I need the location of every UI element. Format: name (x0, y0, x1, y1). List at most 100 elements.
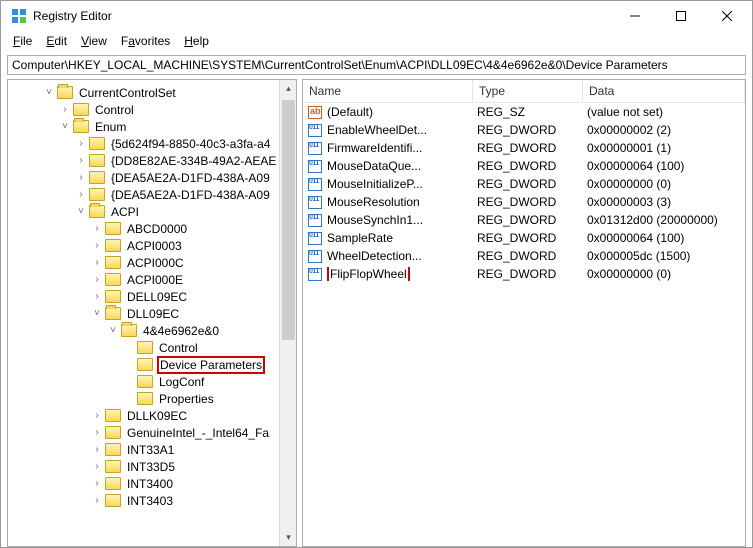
tree-item[interactable]: ˅ DLL09EC (8, 305, 296, 322)
menu-favorites[interactable]: Favorites (115, 33, 176, 49)
tree-item[interactable]: Device Parameters (8, 356, 296, 373)
value-data: 0x00000064 (100) (581, 231, 745, 245)
value-row[interactable]: EnableWheelDet...REG_DWORD0x00000002 (2) (303, 121, 745, 139)
chevron-down-icon[interactable]: ˅ (42, 87, 56, 98)
tree-item[interactable]: ›{DEA5AE2A-D1FD-438A-A09 (8, 186, 296, 203)
reg-dword-icon (307, 123, 323, 137)
chevron-down-icon[interactable]: ˅ (106, 325, 120, 336)
chevron-right-icon[interactable]: › (90, 223, 104, 234)
tree-item[interactable]: ›Control (8, 101, 296, 118)
chevron-right-icon[interactable]: › (90, 478, 104, 489)
close-button[interactable] (704, 1, 750, 31)
list-body[interactable]: (Default)REG_SZ(value not set)EnableWhee… (303, 103, 745, 283)
scroll-down-icon[interactable]: ▾ (280, 529, 297, 546)
chevron-right-icon[interactable]: › (58, 104, 72, 115)
col-type[interactable]: Type (473, 80, 583, 102)
minimize-button[interactable] (612, 1, 658, 31)
tree-item-label: DLL09EC (125, 307, 181, 321)
value-name: (Default) (327, 105, 471, 119)
tree-item-label: INT3400 (125, 477, 175, 491)
menu-file[interactable]: File (7, 33, 38, 49)
tree-item[interactable]: ˅4&4e6962e&0 (8, 322, 296, 339)
tree-item[interactable]: LogConf (8, 373, 296, 390)
tree-item[interactable]: ›DLLK09EC (8, 407, 296, 424)
value-data: (value not set) (581, 105, 745, 119)
value-row[interactable]: MouseSynchIn1...REG_DWORD0x01312d00 (200… (303, 211, 745, 229)
chevron-right-icon[interactable]: › (90, 495, 104, 506)
tree-item[interactable]: ›ACPI0003 (8, 237, 296, 254)
chevron-right-icon[interactable]: › (90, 274, 104, 285)
value-name: FirmwareIdentifi... (327, 141, 471, 155)
tree-item-label: Enum (93, 120, 128, 134)
tree-item[interactable]: › {5d624f94-8850-40c3-a3fa-a4 (8, 135, 296, 152)
address-bar[interactable]: Computer\HKEY_LOCAL_MACHINE\SYSTEM\Curre… (7, 55, 746, 75)
chevron-down-icon[interactable]: ˅ (74, 206, 88, 217)
tree-scrollbar[interactable]: ▴ ▾ (279, 80, 296, 546)
folder-icon (105, 477, 121, 490)
value-row[interactable]: WheelDetection...REG_DWORD0x000005dc (15… (303, 247, 745, 265)
chevron-right-icon[interactable]: › (90, 257, 104, 268)
tree-item[interactable]: Properties (8, 390, 296, 407)
chevron-right-icon[interactable]: › (90, 291, 104, 302)
tree-item[interactable]: ˅CurrentControlSet (8, 84, 296, 101)
chevron-right-icon[interactable]: › (90, 461, 104, 472)
col-name[interactable]: Name (303, 80, 473, 102)
tree-item[interactable]: › {DEA5AE2A-D1FD-438A-A09 (8, 169, 296, 186)
chevron-right-icon[interactable]: › (90, 427, 104, 438)
tree-item[interactable]: ›{DD8E82AE-334B-49A2-AEAE (8, 152, 296, 169)
tree-item[interactable]: ˅ACPI (8, 203, 296, 220)
folder-icon (137, 341, 153, 354)
maximize-button[interactable] (658, 1, 704, 31)
tree-item[interactable]: ›ABCD0000 (8, 220, 296, 237)
tree-item[interactable]: › ACPI000E (8, 271, 296, 288)
reg-sz-icon (307, 105, 323, 119)
chevron-down-icon[interactable]: ˅ (58, 121, 72, 132)
tree-item[interactable]: ›INT33D5 (8, 458, 296, 475)
reg-dword-icon (307, 231, 323, 245)
value-data: 0x00000000 (0) (581, 267, 745, 281)
chevron-right-icon[interactable]: › (74, 189, 88, 200)
value-row[interactable]: MouseDataQue...REG_DWORD0x00000064 (100) (303, 157, 745, 175)
value-row[interactable]: SampleRateREG_DWORD0x00000064 (100) (303, 229, 745, 247)
menu-help[interactable]: Help (178, 33, 215, 49)
tree-item[interactable]: Control (8, 339, 296, 356)
value-name: WheelDetection... (327, 249, 471, 263)
value-row[interactable]: (Default)REG_SZ(value not set) (303, 103, 745, 121)
folder-icon (137, 358, 153, 371)
menu-edit[interactable]: Edit (40, 33, 73, 49)
tree-item-label: {5d624f94-8850-40c3-a3fa-a4 (109, 137, 272, 151)
tree-item[interactable]: ›ACPI000C (8, 254, 296, 271)
menu-view[interactable]: View (75, 33, 113, 49)
tree-item-label: ACPI000E (125, 273, 185, 287)
chevron-right-icon[interactable]: › (74, 155, 88, 166)
value-name: MouseDataQue... (327, 159, 471, 173)
tree-item[interactable]: ›INT33A1 (8, 441, 296, 458)
chevron-right-icon[interactable]: › (90, 444, 104, 455)
folder-icon (105, 443, 121, 456)
value-row[interactable]: FlipFlopWheelREG_DWORD0x00000000 (0) (303, 265, 745, 283)
scroll-thumb[interactable] (282, 100, 295, 340)
value-row[interactable]: MouseResolutionREG_DWORD0x00000003 (3) (303, 193, 745, 211)
chevron-right-icon[interactable]: › (90, 240, 104, 251)
tree[interactable]: ˅CurrentControlSet›Control˅Enum›{5d624f9… (8, 80, 296, 513)
tree-item[interactable]: ›GenuineIntel_-_Intel64_Fa (8, 424, 296, 441)
tree-item[interactable]: ˅ Enum (8, 118, 296, 135)
col-data[interactable]: Data (583, 80, 745, 102)
chevron-right-icon[interactable]: › (90, 410, 104, 421)
folder-icon (105, 460, 121, 473)
folder-icon (89, 188, 105, 201)
value-data: 0x00000064 (100) (581, 159, 745, 173)
scroll-up-icon[interactable]: ▴ (280, 80, 297, 97)
chevron-down-icon[interactable]: ˅ (90, 308, 104, 319)
chevron-right-icon[interactable]: › (74, 172, 88, 183)
value-row[interactable]: MouseInitializeP...REG_DWORD0x00000000 (… (303, 175, 745, 193)
list-header: Name Type Data (303, 80, 745, 103)
value-data: 0x00000003 (3) (581, 195, 745, 209)
tree-item-label: {DEA5AE2A-D1FD-438A-A09 (109, 171, 272, 185)
tree-item[interactable]: ›INT3403 (8, 492, 296, 509)
tree-item[interactable]: › INT3400 (8, 475, 296, 492)
value-row[interactable]: FirmwareIdentifi...REG_DWORD0x00000001 (… (303, 139, 745, 157)
tree-item[interactable]: ›DELL09EC (8, 288, 296, 305)
chevron-right-icon[interactable]: › (74, 138, 88, 149)
folder-icon (105, 426, 121, 439)
